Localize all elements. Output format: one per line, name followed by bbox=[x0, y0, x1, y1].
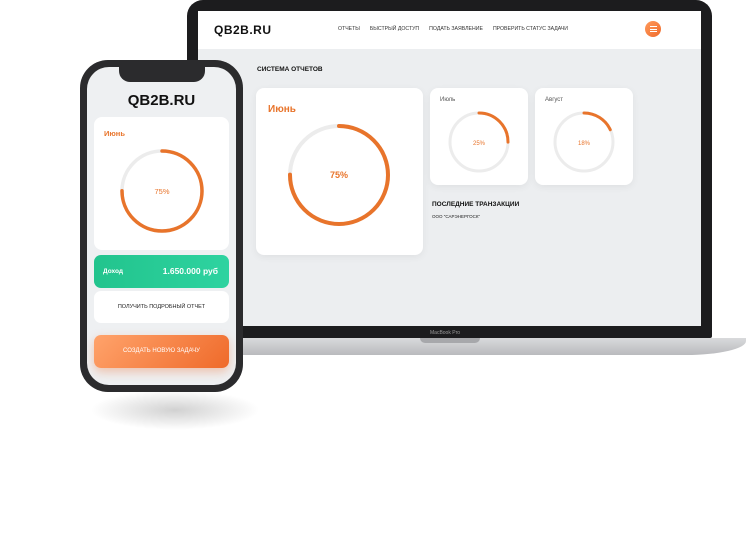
progress-label: 75% bbox=[330, 170, 348, 180]
phone-screen: QB2B.RU Июнь 75% Доход 1.650.000 руб ПОЛ… bbox=[87, 67, 236, 385]
income-card[interactable]: Доход 1.650.000 руб bbox=[94, 255, 229, 288]
mockup-stage: QB2B.RU ОТЧЕТЫ БЫСТРЫЙ ДОСТУП ПОДАТЬ ЗАЯ… bbox=[0, 0, 752, 538]
detailed-report-button[interactable]: ПОЛУЧИТЬ ПОДРОБНЫЙ ОТЧЕТ bbox=[94, 291, 229, 323]
nav-submit-application[interactable]: ПОДАТЬ ЗАЯВЛЕНИЕ bbox=[429, 26, 483, 32]
phone-logo[interactable]: QB2B.RU bbox=[87, 92, 236, 109]
transactions-title: ПОСЛЕДНИЕ ТРАНЗАКЦИИ bbox=[432, 201, 520, 208]
create-task-button[interactable]: СОЗДАТЬ НОВУЮ ЗАДАЧУ bbox=[94, 335, 229, 368]
report-month: Июнь bbox=[268, 104, 296, 115]
report-month: Август bbox=[545, 97, 564, 103]
transaction-item[interactable]: ООО "САРЭНЕРГОСК" bbox=[432, 214, 480, 219]
phone-shadow bbox=[90, 390, 260, 430]
site-logo[interactable]: QB2B.RU bbox=[214, 23, 272, 37]
progress-ring: 18% bbox=[553, 111, 615, 173]
progress-ring: 75% bbox=[120, 149, 204, 233]
report-month: Июль bbox=[440, 97, 456, 103]
main-menu: ОТЧЕТЫ БЫСТРЫЙ ДОСТУП ПОДАТЬ ЗАЯВЛЕНИЕ П… bbox=[338, 26, 568, 32]
report-month: Июнь bbox=[104, 129, 125, 138]
section-title: СИСТЕМА ОТЧЕТОВ bbox=[257, 66, 323, 73]
phone-notch bbox=[119, 66, 205, 82]
progress-label: 75% bbox=[154, 187, 169, 196]
laptop-screen: QB2B.RU ОТЧЕТЫ БЫСТРЫЙ ДОСТУП ПОДАТЬ ЗАЯ… bbox=[198, 11, 701, 326]
hamburger-menu-icon[interactable] bbox=[645, 21, 661, 37]
nav-check-task-status[interactable]: ПРОВЕРИТЬ СТАТУС ЗАДАЧИ bbox=[493, 26, 568, 32]
laptop-notch bbox=[420, 338, 480, 343]
top-navbar: QB2B.RU ОТЧЕТЫ БЫСТРЫЙ ДОСТУП ПОДАТЬ ЗАЯ… bbox=[198, 11, 701, 49]
income-value: 1.650.000 руб bbox=[162, 266, 218, 276]
report-card-august[interactable]: Август 18% bbox=[535, 88, 633, 185]
phone-report-card[interactable]: Июнь 75% bbox=[94, 117, 229, 250]
laptop-brand-label: MacBook Pro bbox=[430, 330, 461, 336]
nav-quick-access[interactable]: БЫСТРЫЙ ДОСТУП bbox=[370, 26, 419, 32]
report-card-june[interactable]: Июнь 75% bbox=[256, 88, 423, 255]
report-card-july[interactable]: Июль 25% bbox=[430, 88, 528, 185]
progress-label: 25% bbox=[473, 141, 486, 147]
progress-ring: 75% bbox=[288, 124, 390, 226]
income-label: Доход bbox=[103, 268, 123, 275]
progress-label: 18% bbox=[578, 141, 591, 147]
nav-reports[interactable]: ОТЧЕТЫ bbox=[338, 26, 360, 32]
progress-ring: 25% bbox=[448, 111, 510, 173]
